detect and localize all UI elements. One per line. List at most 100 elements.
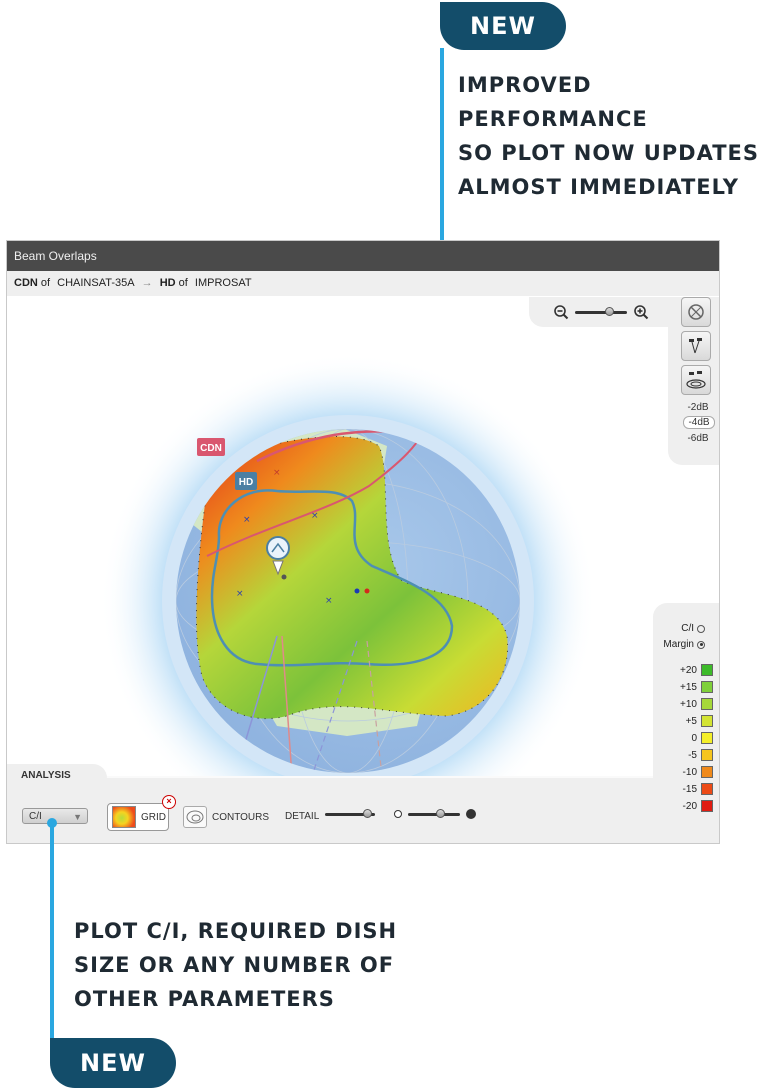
pointer-anchor: [281, 574, 287, 580]
satellite-links-button[interactable]: [681, 331, 711, 361]
legend-scale-swatch: [701, 800, 713, 812]
callout-bottom-line-1: PLOT C/I, REQUIRED DISH: [74, 919, 398, 943]
legend-panel: C/I Margin +20 +15 +10 +5 0 -5 -10 -15 -20: [653, 603, 719, 843]
detail-slider-knob[interactable]: [363, 809, 372, 818]
legend-option-ci-label: C/I: [681, 623, 694, 634]
point-size-slider-track: [408, 813, 460, 816]
legend-scale-row: +20: [661, 663, 713, 677]
legend-scale-row: -20: [661, 799, 713, 813]
callout-text-bottom: PLOT C/I, REQUIRED DISH SIZE OR ANY NUMB…: [74, 914, 397, 1016]
satellite-dish-button[interactable]: [681, 365, 711, 395]
svg-text:×: ×: [325, 596, 333, 606]
legend-scale-row: +15: [661, 680, 713, 694]
arrow-icon: →: [141, 277, 153, 289]
legend-option-margin[interactable]: Margin: [663, 639, 705, 650]
hd-beam-label[interactable]: HD: [235, 472, 257, 490]
svg-text:×: ×: [273, 468, 281, 478]
satellite-links-icon: [689, 338, 702, 354]
legend-scale-row: -15: [661, 782, 713, 796]
svg-text:HD: HD: [239, 477, 253, 488]
db-level-2[interactable]: -2dB: [683, 402, 713, 413]
zoom-slider-track: [575, 311, 627, 314]
legend-scale-swatch: [701, 715, 713, 727]
contours-label: CONTOURS: [212, 811, 270, 823]
legend-scale-row: +10: [661, 697, 713, 711]
legend-scale-label: 0: [691, 732, 697, 744]
window-title: Beam Overlaps: [7, 241, 719, 271]
grid-remove-icon[interactable]: ×: [162, 795, 176, 809]
zoom-slider-knob[interactable]: [605, 307, 614, 316]
earth-station-red[interactable]: [364, 588, 370, 594]
to-of: of: [178, 277, 188, 289]
beam-overlaps-window: Beam Overlaps CDN of CHAINSAT-35A → HD o…: [6, 240, 720, 844]
legend-scale-row: -5: [661, 748, 713, 762]
zoom-out-icon[interactable]: [553, 304, 569, 320]
callout-leader-bottom: [50, 822, 54, 1044]
callout-bottom-line-3: OTHER PARAMETERS: [74, 987, 335, 1011]
dropdown-arrow-icon: ▼: [73, 812, 82, 822]
cdn-beam-label[interactable]: CDN: [197, 438, 225, 456]
legend-scale-label: +15: [680, 681, 697, 693]
svg-text:CDN: CDN: [200, 443, 222, 454]
from-satellite: CHAINSAT-35A: [57, 277, 135, 289]
legend-option-ci[interactable]: C/I: [681, 623, 705, 634]
legend-scale-swatch: [701, 766, 713, 778]
callout-top-line-3: ALMOST IMMEDIATELY: [458, 175, 739, 199]
svg-text:×: ×: [311, 511, 319, 521]
zoom-in-icon[interactable]: [633, 304, 649, 320]
legend-scale-label: -20: [682, 800, 697, 812]
callout-top-line-1: IMPROVED PERFORMANCE: [458, 73, 648, 131]
legend-option-ci-radio[interactable]: [697, 624, 705, 633]
satellite-dish-icon: [686, 371, 706, 389]
legend-scale-row: -10: [661, 765, 713, 779]
legend-scale-label: -15: [682, 783, 697, 795]
from-of: of: [40, 277, 51, 289]
legend-scale-swatch: [701, 664, 713, 676]
legend-option-margin-label: Margin: [663, 639, 694, 650]
no-satellite-icon: [688, 304, 704, 320]
globe-svg[interactable]: × × × × × CDN HD: [7, 296, 720, 843]
analysis-parameter-value: C/I: [29, 811, 42, 822]
grid-button[interactable]: GRID: [107, 803, 169, 831]
grid-label: GRID: [141, 811, 166, 823]
legend-scale-row: +5: [661, 714, 713, 728]
legend-scale-swatch: [701, 732, 713, 744]
globe-map[interactable]: × × × × × CDN HD: [7, 296, 720, 843]
legend-scale-label: +10: [680, 698, 697, 710]
detail-slider[interactable]: [325, 808, 375, 820]
detail-label: DETAIL: [285, 811, 320, 822]
contours-icon: [183, 806, 207, 828]
legend-scale-swatch: [701, 698, 713, 710]
to-beam: HD: [159, 277, 176, 289]
callout-top-line-2: SO PLOT NOW UPDATES: [458, 141, 759, 165]
zoom-slider[interactable]: [575, 306, 627, 318]
svg-text:×: ×: [236, 589, 244, 599]
new-badge-top: NEW: [440, 2, 566, 50]
legend-scale-label: +20: [680, 664, 697, 676]
grid-heatmap-icon: [112, 806, 136, 828]
point-size-slider[interactable]: [394, 808, 476, 820]
callout-bottom-line-2: SIZE OR ANY NUMBER OF: [74, 953, 395, 977]
legend-scale-swatch: [701, 749, 713, 761]
to-satellite: IMPROSAT: [194, 277, 252, 289]
legend-scale-swatch: [701, 783, 713, 795]
legend-scale-label: +5: [685, 715, 697, 727]
from-beam: CDN: [14, 277, 38, 289]
legend-scale-row: 0: [661, 731, 713, 745]
earth-station-blue[interactable]: [354, 588, 360, 594]
legend-option-margin-radio[interactable]: [697, 640, 705, 649]
zoom-control: [529, 297, 671, 327]
analysis-panel: C/I ▼ GRID × CONTOURS DETAIL: [7, 778, 653, 843]
point-size-slider-knob[interactable]: [436, 809, 445, 818]
db-level-6[interactable]: -6dB: [683, 433, 713, 444]
db-level-4-selected[interactable]: -4dB: [683, 416, 715, 429]
callout-text-top: IMPROVED PERFORMANCE SO PLOT NOW UPDATES…: [458, 68, 768, 204]
no-satellite-button[interactable]: [681, 297, 711, 327]
legend-scale-label: -5: [688, 749, 697, 761]
svg-text:×: ×: [243, 515, 251, 525]
legend-scale-label: -10: [682, 766, 697, 778]
new-badge-bottom: NEW: [50, 1038, 176, 1088]
legend-scale-swatch: [701, 681, 713, 693]
large-dot-icon: [466, 809, 476, 819]
contours-button[interactable]: CONTOURS: [183, 806, 269, 828]
